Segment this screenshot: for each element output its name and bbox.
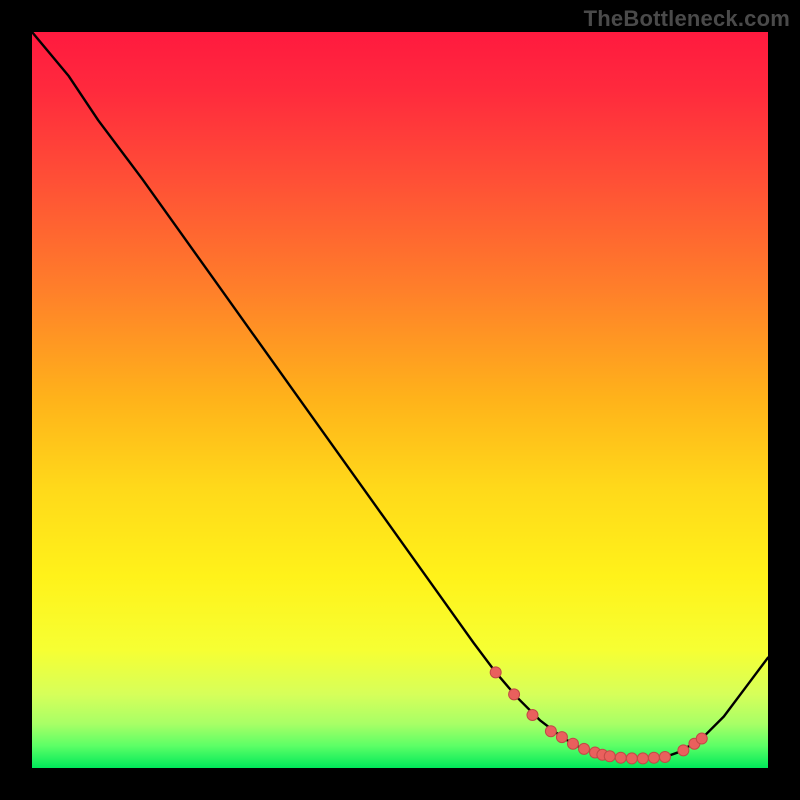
curve-marker [509,689,520,700]
curve-marker [527,710,538,721]
curve-marker [615,752,626,763]
curve-marker [604,751,615,762]
curve-marker [626,753,637,764]
curve-marker [556,732,567,743]
curve-marker [678,745,689,756]
curve-marker [648,752,659,763]
chart-stage: TheBottleneck.com [0,0,800,800]
curve-marker [659,751,670,762]
gradient-background [32,32,768,768]
curve-marker [579,743,590,754]
curve-marker [696,733,707,744]
curve-marker [545,726,556,737]
chart-svg [32,32,768,768]
chart-plot-area [32,32,768,768]
curve-marker [490,667,501,678]
curve-marker [637,753,648,764]
watermark-text: TheBottleneck.com [584,6,790,32]
curve-marker [567,738,578,749]
